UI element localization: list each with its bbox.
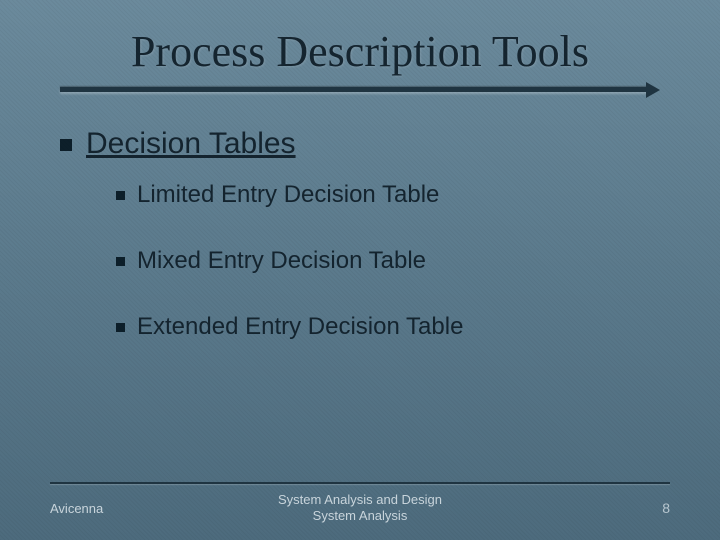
sub-item-label: Mixed Entry Decision Table	[137, 247, 426, 275]
footer-author: Avicenna	[50, 501, 257, 516]
page-number: 8	[463, 500, 670, 516]
heading-decision-tables: Decision Tables	[86, 127, 296, 161]
square-bullet-icon	[116, 191, 125, 200]
footer-divider	[50, 482, 670, 484]
list-item: Extended Entry Decision Table	[116, 313, 670, 341]
list-item: Limited Entry Decision Table	[116, 181, 670, 209]
footer: Avicenna System Analysis and Design Syst…	[50, 490, 670, 526]
arrow-right-icon	[646, 82, 660, 98]
footer-course: System Analysis and Design System Analys…	[257, 492, 464, 525]
slide-title: Process Description Tools	[50, 26, 670, 77]
sub-item-label: Limited Entry Decision Table	[137, 181, 439, 209]
sub-item-label: Extended Entry Decision Table	[137, 313, 463, 341]
underline-bar	[60, 87, 650, 92]
title-underline-arrow	[60, 83, 660, 97]
content-area: Decision Tables Limited Entry Decision T…	[50, 127, 670, 341]
footer-course-line1: System Analysis and Design	[257, 492, 464, 508]
square-bullet-icon	[116, 257, 125, 266]
list-item: Mixed Entry Decision Table	[116, 247, 670, 275]
list-item: Decision Tables	[60, 127, 670, 161]
footer-course-line2: System Analysis	[257, 508, 464, 524]
slide: Process Description Tools Decision Table…	[0, 0, 720, 540]
square-bullet-icon	[60, 139, 72, 151]
square-bullet-icon	[116, 323, 125, 332]
